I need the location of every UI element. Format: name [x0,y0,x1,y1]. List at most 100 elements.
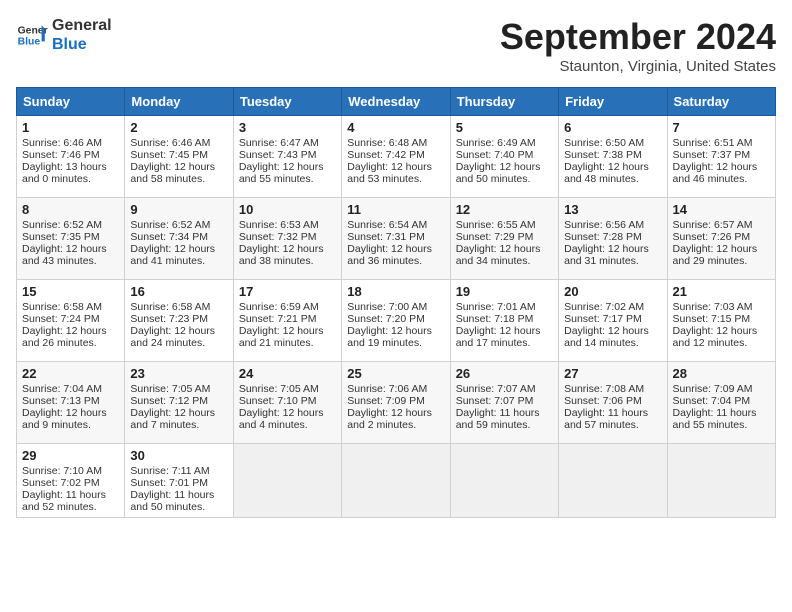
calendar-cell: 22Sunrise: 7:04 AMSunset: 7:13 PMDayligh… [17,362,125,444]
calendar-cell: 4Sunrise: 6:48 AMSunset: 7:42 PMDaylight… [342,116,450,198]
day-number: 2 [130,120,227,135]
title-block: September 2024 Staunton, Virginia, Unite… [500,16,776,75]
calendar-cell: 27Sunrise: 7:08 AMSunset: 7:06 PMDayligh… [559,362,667,444]
daylight: Daylight: 12 hours and 36 minutes. [347,243,432,267]
column-header-monday: Monday [125,88,233,116]
calendar-cell: 8Sunrise: 6:52 AMSunset: 7:35 PMDaylight… [17,198,125,280]
sunset: Sunset: 7:21 PM [239,313,317,325]
calendar-cell: 6Sunrise: 6:50 AMSunset: 7:38 PMDaylight… [559,116,667,198]
calendar-cell: 26Sunrise: 7:07 AMSunset: 7:07 PMDayligh… [450,362,558,444]
sunset: Sunset: 7:38 PM [564,149,642,161]
day-number: 27 [564,366,661,381]
day-number: 10 [239,202,336,217]
sunset: Sunset: 7:17 PM [564,313,642,325]
calendar-cell: 28Sunrise: 7:09 AMSunset: 7:04 PMDayligh… [667,362,775,444]
calendar-cell: 7Sunrise: 6:51 AMSunset: 7:37 PMDaylight… [667,116,775,198]
sunset: Sunset: 7:37 PM [673,149,751,161]
sunset: Sunset: 7:20 PM [347,313,425,325]
calendar-cell: 11Sunrise: 6:54 AMSunset: 7:31 PMDayligh… [342,198,450,280]
calendar-cell: 30 Sunrise: 7:11 AMSunset: 7:01 PMDayligh… [125,444,233,518]
sunset: Sunset: 7:28 PM [564,231,642,243]
daylight: Daylight: 12 hours and 34 minutes. [456,243,541,267]
day-number: 17 [239,284,336,299]
calendar-cell: 13Sunrise: 6:56 AMSunset: 7:28 PMDayligh… [559,198,667,280]
calendar-cell: 20Sunrise: 7:02 AMSunset: 7:17 PMDayligh… [559,280,667,362]
sunset: Sunset: 7:32 PM [239,231,317,243]
daylight: Daylight: 12 hours and 31 minutes. [564,243,649,267]
sunset: Sunset: 7:46 PM [22,149,100,161]
sunrise: Sunrise: 7:11 AM [130,465,209,477]
sunset: Sunset: 7:06 PM [564,395,642,407]
logo: General Blue General Blue [16,16,112,54]
daylight: Daylight: 12 hours and 43 minutes. [22,243,107,267]
calendar-cell: 24Sunrise: 7:05 AMSunset: 7:10 PMDayligh… [233,362,341,444]
daylight: Daylight: 12 hours and 9 minutes. [22,407,107,431]
sunset: Sunset: 7:43 PM [239,149,317,161]
sunset: Sunset: 7:01 PM [130,477,208,489]
sunrise: Sunrise: 7:05 AM [130,383,210,395]
daylight: Daylight: 12 hours and 58 minutes. [130,161,215,185]
sunrise: Sunrise: 6:55 AM [456,219,536,231]
sunset: Sunset: 7:24 PM [22,313,100,325]
column-header-saturday: Saturday [667,88,775,116]
sunrise: Sunrise: 6:48 AM [347,137,427,149]
day-number: 1 [22,120,119,135]
daylight: Daylight: 12 hours and 29 minutes. [673,243,758,267]
sunrise: Sunrise: 6:52 AM [130,219,210,231]
sunrise: Sunrise: 7:10 AM [22,465,102,477]
sunset: Sunset: 7:02 PM [22,477,100,489]
day-number: 30 [130,448,227,463]
column-header-sunday: Sunday [17,88,125,116]
daylight: Daylight: 12 hours and 38 minutes. [239,243,324,267]
month-title: September 2024 [500,16,776,58]
page-header: General Blue General Blue September 2024… [16,16,776,75]
calendar-cell: 29Sunrise: 7:10 AMSunset: 7:02 PMDayligh… [17,444,125,518]
daylight: Daylight: 11 hours and 52 minutes. [22,489,106,513]
calendar-cell: 14Sunrise: 6:57 AMSunset: 7:26 PMDayligh… [667,198,775,280]
sunset: Sunset: 7:13 PM [22,395,100,407]
day-number: 3 [239,120,336,135]
sunset: Sunset: 7:15 PM [673,313,751,325]
calendar-cell: 19Sunrise: 7:01 AMSunset: 7:18 PMDayligh… [450,280,558,362]
sunrise: Sunrise: 6:59 AM [239,301,319,313]
sunrise: Sunrise: 6:50 AM [564,137,644,149]
sunset: Sunset: 7:18 PM [456,313,534,325]
day-number: 23 [130,366,227,381]
calendar-cell: 10Sunrise: 6:53 AMSunset: 7:32 PMDayligh… [233,198,341,280]
day-number: 20 [564,284,661,299]
day-number: 28 [673,366,770,381]
calendar-cell [450,444,558,518]
sunset: Sunset: 7:31 PM [347,231,425,243]
calendar-cell: 12Sunrise: 6:55 AMSunset: 7:29 PMDayligh… [450,198,558,280]
daylight: Daylight: 12 hours and 26 minutes. [22,325,107,349]
daylight: Daylight: 12 hours and 19 minutes. [347,325,432,349]
sunset: Sunset: 7:42 PM [347,149,425,161]
calendar-cell [342,444,450,518]
daylight: Daylight: 12 hours and 14 minutes. [564,325,649,349]
daylight: Daylight: 12 hours and 7 minutes. [130,407,215,431]
calendar-cell: 15Sunrise: 6:58 AMSunset: 7:24 PMDayligh… [17,280,125,362]
day-number: 9 [130,202,227,217]
sunset: Sunset: 7:04 PM [673,395,751,407]
calendar-cell: 17Sunrise: 6:59 AMSunset: 7:21 PMDayligh… [233,280,341,362]
daylight: Daylight: 11 hours and 55 minutes. [673,407,757,431]
sunrise: Sunrise: 7:06 AM [347,383,427,395]
daylight: Daylight: 11 hours and 50 minutes. [130,489,214,513]
daylight: Daylight: 12 hours and 55 minutes. [239,161,324,185]
daylight: Daylight: 12 hours and 50 minutes. [456,161,541,185]
day-number: 14 [673,202,770,217]
day-number: 24 [239,366,336,381]
day-number: 6 [564,120,661,135]
sunrise: Sunrise: 6:46 AM [22,137,102,149]
day-number: 21 [673,284,770,299]
day-number: 16 [130,284,227,299]
sunset: Sunset: 7:23 PM [130,313,208,325]
day-number: 13 [564,202,661,217]
calendar-cell: 23Sunrise: 7:05 AMSunset: 7:12 PMDayligh… [125,362,233,444]
column-header-wednesday: Wednesday [342,88,450,116]
sunrise: Sunrise: 6:52 AM [22,219,102,231]
calendar-cell: 2Sunrise: 6:46 AMSunset: 7:45 PMDaylight… [125,116,233,198]
column-header-thursday: Thursday [450,88,558,116]
sunset: Sunset: 7:45 PM [130,149,208,161]
day-number: 11 [347,202,444,217]
